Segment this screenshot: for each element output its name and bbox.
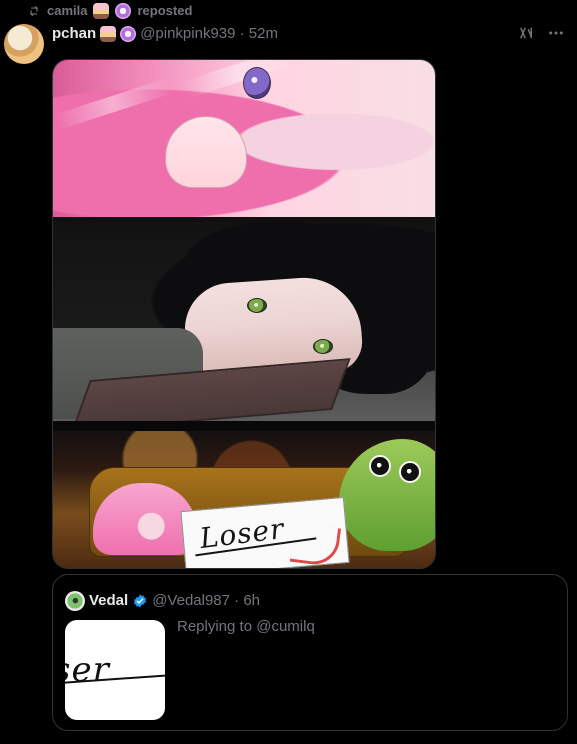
media-panel-pink	[53, 60, 435, 217]
quote-replying-to: Replying to @cumilq	[177, 618, 315, 635]
eye	[243, 67, 271, 99]
quote-header: Vedal @Vedal987 · 6h	[65, 591, 260, 611]
quote-card[interactable]: Vedal @Vedal987 · 6h ser Replying to @cu…	[52, 574, 568, 731]
thumbnail-text: ser	[65, 650, 110, 690]
repost-label: reposted	[137, 3, 193, 18]
sign-scribble	[289, 522, 342, 568]
media-panel-scene: Loser	[53, 431, 435, 568]
post-actions	[517, 24, 565, 42]
more-icon[interactable]	[547, 24, 565, 42]
post-display-name[interactable]: pchan	[52, 24, 96, 44]
quote-display-name[interactable]: Vedal	[89, 591, 128, 611]
eye	[313, 339, 333, 354]
mini-avatar-badge-icon	[100, 26, 117, 42]
hair-highlight	[53, 77, 173, 131]
hair-highlight	[182, 60, 294, 99]
media-panel-dark	[53, 222, 435, 421]
post-media[interactable]: Loser	[52, 59, 436, 569]
verified-icon	[132, 593, 148, 609]
grok-icon[interactable]	[517, 24, 535, 42]
repost-context: camila reposted	[27, 3, 192, 19]
eye	[369, 455, 391, 477]
repost-icon	[27, 4, 41, 18]
post-handle-time[interactable]: @pinkpink939 · 52m	[140, 24, 278, 44]
flower-badge-icon	[120, 26, 137, 42]
frog	[339, 439, 435, 551]
panel-divider	[53, 421, 435, 431]
quote-avatar[interactable]	[65, 591, 85, 611]
hand	[165, 116, 247, 188]
avatar[interactable]	[4, 24, 44, 64]
quote-handle-time[interactable]: @Vedal987 · 6h	[152, 591, 260, 611]
flower-badge-icon	[115, 3, 132, 19]
eye	[247, 298, 267, 313]
eye	[399, 461, 421, 483]
mini-avatar-badge-icon	[93, 3, 110, 19]
post-header: pchan @pinkpink939 · 52m	[52, 24, 278, 44]
quote-media-thumbnail[interactable]: ser	[65, 620, 165, 720]
repost-user[interactable]: camila	[47, 3, 87, 19]
